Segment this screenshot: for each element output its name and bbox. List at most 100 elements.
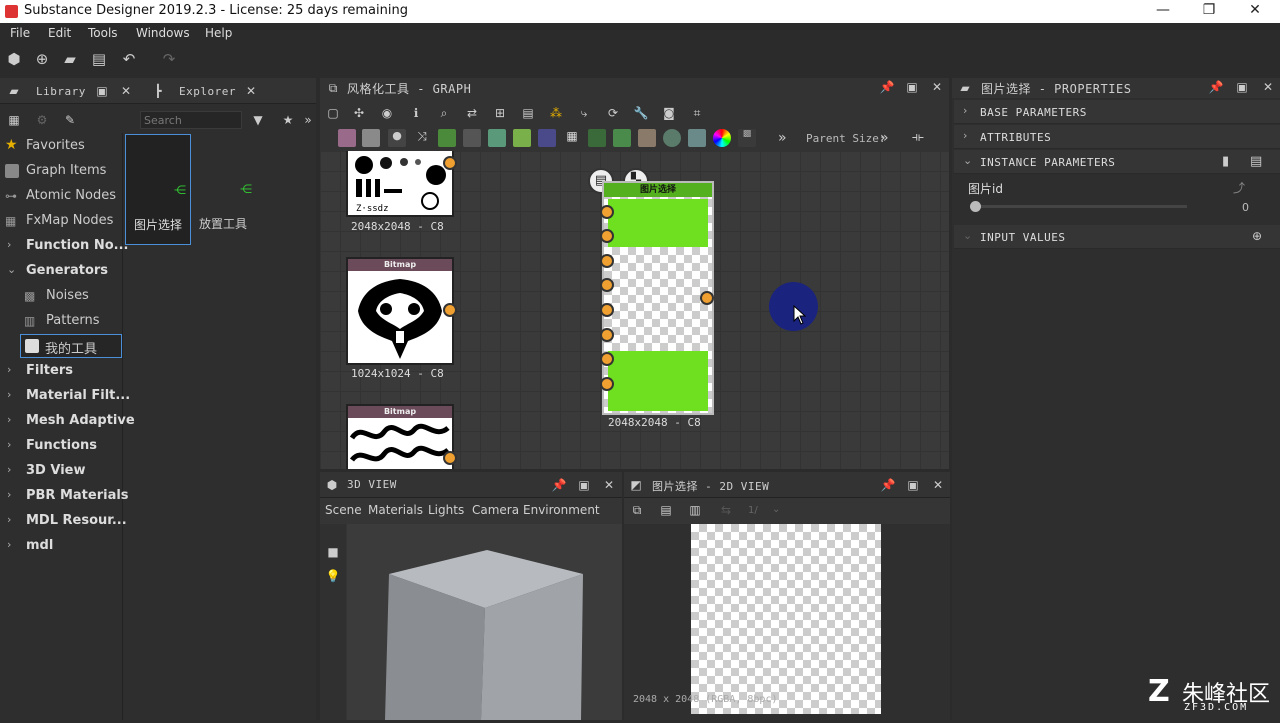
- gradient-icon[interactable]: [513, 129, 531, 147]
- camera-icon[interactable]: ■: [325, 544, 341, 560]
- filter-icon[interactable]: ▼: [250, 112, 266, 128]
- list-item-my-tools[interactable]: 我的工具: [20, 334, 122, 358]
- graph-node-bitmap-2[interactable]: Bitmap: [346, 404, 454, 469]
- float-icon[interactable]: ▣: [1234, 79, 1250, 95]
- list-item-atomic-nodes[interactable]: ⊶ Atomic Nodes: [0, 184, 123, 208]
- menu-materials[interactable]: Materials: [368, 503, 423, 517]
- list-item-filters[interactable]: › Filters: [0, 359, 123, 383]
- view3d-viewport[interactable]: [347, 524, 622, 720]
- shuffle-icon[interactable]: ⤨: [413, 129, 431, 147]
- graph-node-bitmap[interactable]: Bitmap: [346, 257, 454, 365]
- menu-edit[interactable]: Edit: [48, 26, 71, 40]
- list-item-mdl-resources[interactable]: › MDL Resour...: [0, 509, 127, 533]
- tab-library[interactable]: Library: [36, 85, 86, 98]
- list-item-graph-items[interactable]: Graph Items: [0, 159, 123, 183]
- blend-icon[interactable]: [638, 129, 656, 147]
- svg-node-icon[interactable]: [362, 129, 380, 147]
- hsl-icon[interactable]: [713, 129, 731, 147]
- menu-environment[interactable]: Environment: [523, 503, 600, 517]
- undo-icon[interactable]: ↶: [120, 50, 138, 68]
- menu-lights[interactable]: Lights: [428, 503, 464, 517]
- redo-icon[interactable]: ↷: [160, 50, 178, 68]
- expand-icon[interactable]: »: [300, 112, 316, 128]
- light-bulb-icon[interactable]: 💡: [325, 568, 341, 584]
- connect-icon[interactable]: ⤷: [576, 105, 592, 121]
- crop-icon[interactable]: ⌗: [689, 105, 705, 121]
- view2d-viewport[interactable]: 2048 x 2048 (RGBA, 8bpc): [624, 524, 950, 720]
- close-2d-icon[interactable]: ✕: [930, 477, 946, 493]
- align-icon[interactable]: ✣: [351, 105, 367, 121]
- menu-help[interactable]: Help: [205, 26, 232, 40]
- add-input-icon[interactable]: ⊕: [1252, 229, 1262, 243]
- input-port[interactable]: [600, 377, 614, 391]
- param-link-icon[interactable]: ⤴: [1233, 179, 1245, 196]
- output-icon[interactable]: [588, 129, 606, 147]
- list-item-functions[interactable]: › Functions: [0, 434, 123, 458]
- histogram-icon[interactable]: [688, 129, 706, 147]
- float-icon[interactable]: ▣: [94, 83, 110, 99]
- search-input[interactable]: Search: [140, 111, 242, 129]
- output-port[interactable]: [443, 303, 457, 317]
- frame-icon[interactable]: ▢: [325, 105, 341, 121]
- preview-icon[interactable]: ◙: [661, 105, 677, 121]
- section-attributes[interactable]: › ATTRIBUTES: [954, 125, 1280, 149]
- levels-icon[interactable]: [463, 129, 481, 147]
- pin-icon[interactable]: 📌: [551, 477, 567, 493]
- list-item-3d-view[interactable]: › 3D View: [0, 459, 123, 483]
- edit-params-icon[interactable]: ▮: [1222, 154, 1229, 169]
- transform-icon[interactable]: [488, 129, 506, 147]
- menu-scene[interactable]: Scene: [325, 503, 362, 517]
- save-icon[interactable]: ▤: [90, 50, 108, 68]
- save-icon[interactable]: ▤: [658, 502, 674, 518]
- output-port[interactable]: [443, 451, 457, 465]
- list-item-function-nodes[interactable]: › Function No...: [0, 234, 128, 258]
- close-library-icon[interactable]: ✕: [118, 83, 134, 99]
- nodes-icon[interactable]: ⁂: [548, 105, 564, 121]
- list-item-favorites[interactable]: ★ Favorites: [0, 134, 123, 158]
- new-graph-icon[interactable]: ⊕: [33, 50, 51, 68]
- list-item-generators[interactable]: ⌄ Generators: [0, 259, 123, 283]
- new-package-icon[interactable]: ⬢: [5, 50, 23, 68]
- list-item-fxmap-nodes[interactable]: ▦ FxMap Nodes: [0, 209, 123, 233]
- library-edit-icon[interactable]: ✎: [62, 112, 78, 128]
- input-port[interactable]: [600, 352, 614, 366]
- minimize-button[interactable]: —: [1148, 2, 1178, 18]
- uniform-color-icon[interactable]: ●: [388, 129, 406, 147]
- tile-icon[interactable]: ▦: [563, 129, 581, 147]
- graph-node-image-select[interactable]: 图片选择: [602, 181, 714, 415]
- param-slider-track[interactable]: [975, 205, 1187, 208]
- info-icon[interactable]: ℹ: [408, 105, 424, 121]
- grayscale-icon[interactable]: [663, 129, 681, 147]
- library-link-icon[interactable]: ⚙: [34, 112, 50, 128]
- graph-node-atlas[interactable]: Z·ssdz: [346, 151, 454, 217]
- refresh-icon[interactable]: ⟳: [605, 105, 621, 121]
- expand-icon[interactable]: »: [778, 130, 787, 146]
- pin-icon[interactable]: 📌: [1208, 79, 1224, 95]
- list-item-noises[interactable]: ▩ Noises: [0, 284, 123, 308]
- list-item-mesh-adaptive[interactable]: › Mesh Adaptive: [0, 409, 135, 433]
- param-value[interactable]: 0: [1242, 201, 1249, 214]
- input-port[interactable]: [600, 205, 614, 219]
- favorite-add-icon[interactable]: ★: [280, 112, 296, 128]
- close-3d-icon[interactable]: ✕: [601, 477, 617, 493]
- menu-file[interactable]: File: [10, 26, 30, 40]
- paste-icon[interactable]: ▥: [687, 502, 703, 518]
- share-icon[interactable]: ⇆: [718, 502, 734, 518]
- input-port[interactable]: [600, 328, 614, 342]
- input-port[interactable]: [600, 254, 614, 268]
- bitmap-node-icon[interactable]: [338, 129, 356, 147]
- float-icon[interactable]: ▣: [904, 79, 920, 95]
- list-item-patterns[interactable]: ▥ Patterns: [0, 309, 123, 333]
- share-icon[interactable]: ⊞: [492, 105, 508, 121]
- copy-icon[interactable]: ⧉: [629, 502, 645, 518]
- section-instance-parameters[interactable]: ⌄ INSTANCE PARAMETERS ▮ ▤: [954, 150, 1280, 174]
- tab-explorer[interactable]: Explorer: [179, 85, 236, 98]
- camera-icon[interactable]: ◉: [379, 105, 395, 121]
- maximize-button[interactable]: ❐: [1194, 2, 1224, 18]
- open-folder-icon[interactable]: ▰: [61, 50, 79, 68]
- doc-params-icon[interactable]: ▤: [1250, 154, 1262, 169]
- list-item-pbr-materials[interactable]: › PBR Materials: [0, 484, 129, 508]
- search-icon[interactable]: ⌕: [436, 105, 452, 121]
- input-port[interactable]: [600, 278, 614, 292]
- output-port[interactable]: [700, 291, 714, 305]
